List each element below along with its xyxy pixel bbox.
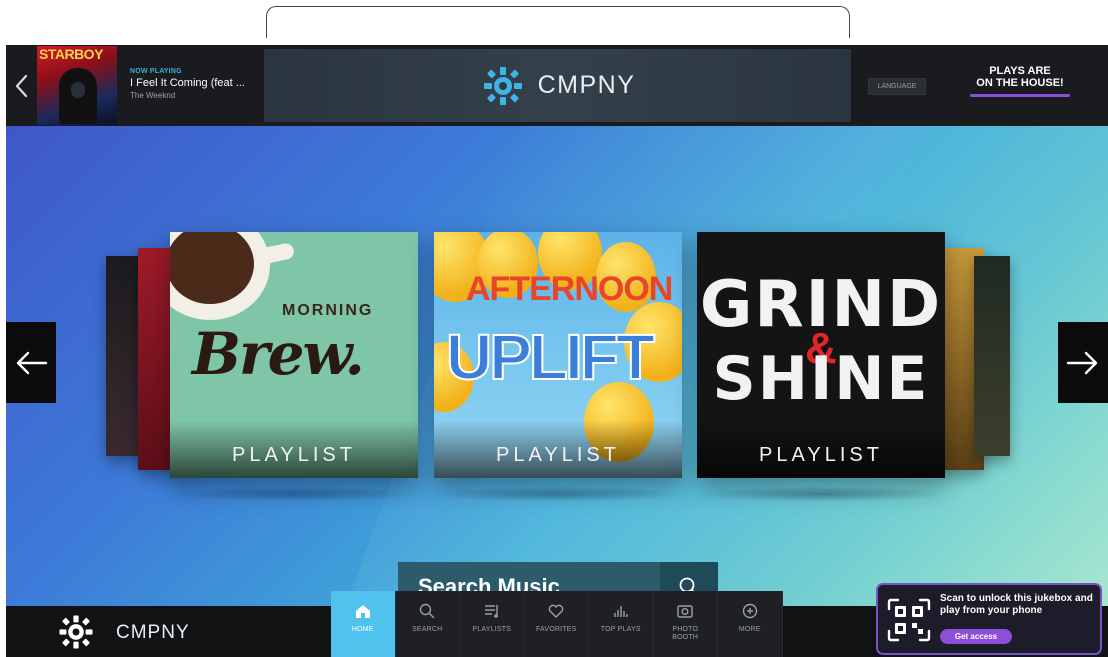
card-shadow <box>434 486 682 502</box>
card-art-line-1: MORNING <box>282 302 374 319</box>
playlists-icon <box>484 605 498 618</box>
playlist-carousel: MORNING Brew. PLAYLIST AFTERNOON UPLIFT … <box>6 126 1108 606</box>
carousel-next-button[interactable] <box>1058 322 1108 403</box>
promo-line-1: PLAYS ARE <box>989 65 1051 77</box>
brand-name: CMPNY <box>537 71 636 99</box>
unlock-jukebox-card[interactable]: Scan to unlock this jukebox and play fro… <box>876 583 1102 655</box>
bottom-nav: HOME SEARCH PLAYLISTS FAVORITES TOP PLAY… <box>331 591 783 657</box>
chevron-left-icon <box>15 74 28 98</box>
nav-label: HOME <box>351 626 374 633</box>
home-icon <box>355 605 370 618</box>
nav-label: MORE <box>738 626 761 633</box>
playlist-card-grind-shine[interactable]: GRIND & SHINE PLAYLIST <box>697 232 945 478</box>
promo-line-2: ON THE HOUSE! <box>976 77 1064 89</box>
track-title: I Feel It Coming (feat ... <box>130 77 245 89</box>
now-playing-info[interactable]: NOW PLAYING I Feel It Coming (feat ... T… <box>130 68 270 100</box>
camera-icon <box>677 605 693 618</box>
promo-underline <box>970 94 1070 97</box>
nav-label: SEARCH <box>412 626 443 633</box>
language-button[interactable]: LANGUAGE <box>868 78 926 95</box>
carousel-card-far-right[interactable] <box>974 256 1010 456</box>
playlist-card-morning-brew[interactable]: MORNING Brew. PLAYLIST <box>170 232 418 478</box>
nav-top-plays[interactable]: TOP PLAYS <box>589 591 654 657</box>
heart-icon <box>549 604 564 618</box>
qr-code-icon <box>887 598 931 642</box>
track-artist: The Weeknd <box>130 91 176 100</box>
back-button[interactable] <box>10 73 34 99</box>
card-art-line-2: Brew. <box>192 320 365 388</box>
card-label: PLAYLIST <box>697 420 945 478</box>
arrow-left-icon <box>16 351 48 374</box>
nav-search[interactable]: SEARCH <box>396 591 460 657</box>
card-shadow <box>697 486 945 502</box>
carousel-prev-button[interactable] <box>6 322 56 403</box>
get-access-button[interactable]: Get access <box>940 629 1012 644</box>
card-shadow <box>170 486 418 502</box>
card-art-line-1: AFTERNOON <box>466 270 673 308</box>
top-bar: STARBOY NOW PLAYING I Feel It Coming (fe… <box>6 45 1108 126</box>
brand-name: CMPNY <box>116 622 190 643</box>
nav-more[interactable]: MORE <box>718 591 783 657</box>
jukebox-screen: STARBOY NOW PLAYING I Feel It Coming (fe… <box>6 45 1108 657</box>
nav-label: PHOTO BOOTH <box>672 626 699 641</box>
brand-banner: CMPNY <box>264 49 851 122</box>
card-label: PLAYLIST <box>434 420 682 478</box>
card-label: PLAYLIST <box>170 420 418 478</box>
nav-label: TOP PLAYS <box>600 626 641 633</box>
nav-favorites[interactable]: FAVORITES <box>525 591 589 657</box>
card-art-line-2: SHINE <box>712 344 930 414</box>
top-bracket <box>266 6 850 38</box>
nav-home[interactable]: HOME <box>331 591 396 657</box>
nav-photo-booth[interactable]: PHOTO BOOTH <box>654 591 718 657</box>
unlock-text: Scan to unlock this jukebox and play fro… <box>940 593 1093 616</box>
plus-circle-icon <box>742 603 757 619</box>
now-playing-label: NOW PLAYING <box>130 68 182 75</box>
nav-playlists[interactable]: PLAYLISTS <box>460 591 525 657</box>
bar-chart-icon <box>614 606 628 617</box>
cmpny-logo-icon <box>59 615 93 649</box>
album-art[interactable]: STARBOY <box>37 46 117 125</box>
card-art-line-2: UPLIFT <box>445 320 656 394</box>
nav-label: PLAYLISTS <box>472 626 512 633</box>
album-art-figure <box>59 68 97 124</box>
search-icon <box>420 603 435 619</box>
promo-banner: PLAYS ARE ON THE HOUSE! <box>964 65 1076 97</box>
playlist-card-afternoon-uplift[interactable]: AFTERNOON UPLIFT PLAYLIST <box>434 232 682 478</box>
album-art-title: STARBOY <box>39 46 103 62</box>
bottom-bar: CMPNY HOME SEARCH PLAYLISTS FAVORITES TO… <box>6 583 1108 657</box>
arrow-right-icon <box>1066 351 1098 374</box>
cmpny-logo-icon <box>483 66 522 105</box>
nav-label: FAVORITES <box>535 626 577 633</box>
